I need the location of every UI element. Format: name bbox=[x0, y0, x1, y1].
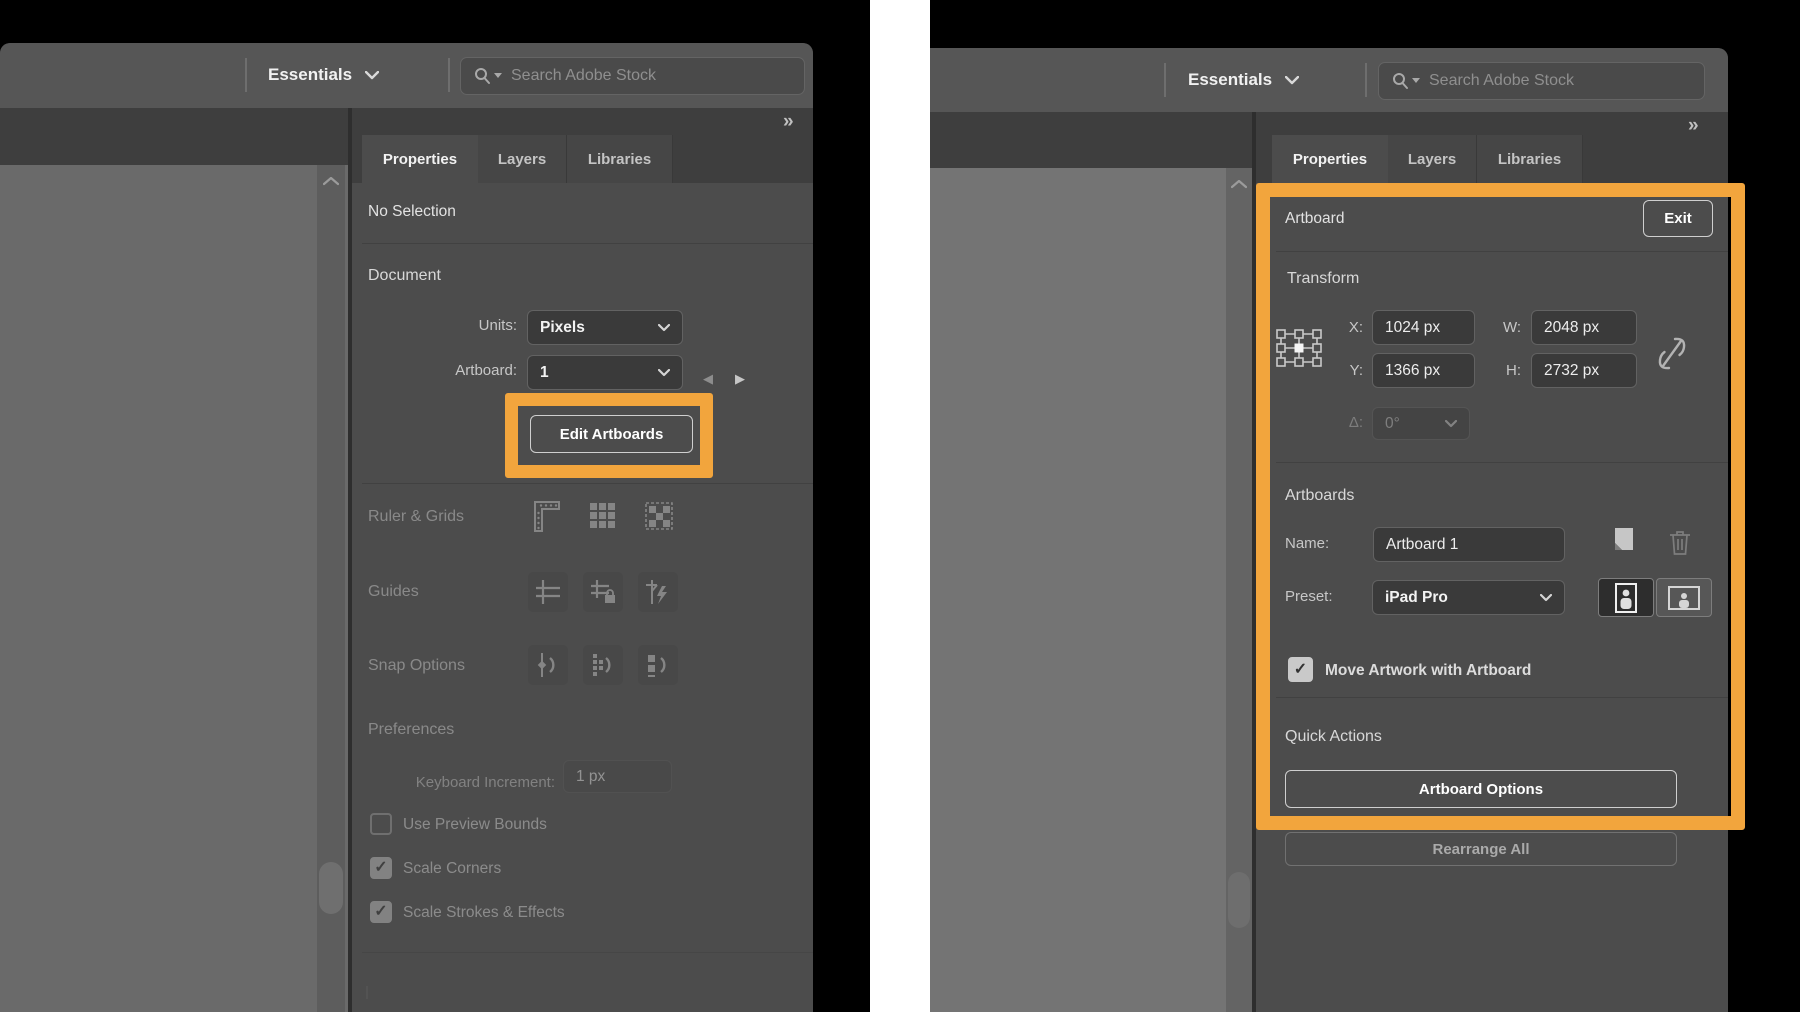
collapse-panel-button[interactable]: » bbox=[783, 111, 794, 133]
use-preview-bounds-checkbox[interactable] bbox=[370, 813, 392, 835]
illustrator-window-left: Essentials Search Adobe Stock » Properti… bbox=[0, 43, 813, 1012]
scale-corners-label[interactable]: Scale Corners bbox=[403, 858, 501, 880]
show-grid-icon[interactable] bbox=[588, 501, 618, 531]
scrollbar-thumb[interactable] bbox=[1228, 872, 1250, 928]
search-placeholder: Search Adobe Stock bbox=[511, 67, 656, 84]
comparison-canvas: Essentials Search Adobe Stock » Properti… bbox=[0, 0, 1800, 1012]
scroll-up-icon[interactable] bbox=[1231, 180, 1247, 189]
workspace-switcher[interactable]: Essentials bbox=[268, 43, 380, 107]
properties-panel: No Selection Document Units: Pixels Artb… bbox=[352, 183, 813, 1012]
use-preview-bounds-label[interactable]: Use Preview Bounds bbox=[403, 814, 547, 836]
section-divider bbox=[362, 952, 813, 953]
preferences-section-header: Preferences bbox=[368, 721, 455, 738]
app-bar: Essentials Search Adobe Stock bbox=[930, 48, 1728, 112]
tab-properties[interactable]: Properties bbox=[1272, 135, 1388, 183]
keyboard-increment-value: 1 px bbox=[576, 767, 606, 785]
workspace-switcher[interactable]: Essentials bbox=[1188, 48, 1300, 112]
scroll-up-icon[interactable] bbox=[323, 177, 339, 186]
document-canvas[interactable] bbox=[930, 168, 1252, 1012]
document-canvas[interactable] bbox=[0, 165, 348, 1012]
workspace-name: Essentials bbox=[1188, 70, 1273, 89]
units-dropdown[interactable]: Pixels bbox=[527, 310, 683, 345]
search-options-caret-icon bbox=[494, 73, 502, 78]
transparency-grid-icon[interactable] bbox=[644, 501, 674, 531]
lock-guides-button[interactable] bbox=[583, 572, 623, 612]
search-placeholder: Search Adobe Stock bbox=[1429, 72, 1574, 89]
highlight-artboard-panel bbox=[1256, 183, 1745, 830]
tab-label: Layers bbox=[497, 150, 547, 168]
section-divider bbox=[362, 483, 813, 484]
snap-to-grid-button[interactable] bbox=[583, 645, 623, 685]
chevron-down-icon bbox=[658, 368, 670, 376]
highlight-edit-artboards bbox=[505, 393, 713, 478]
guides-label: Guides bbox=[368, 583, 419, 600]
tab-layers[interactable]: Layers bbox=[478, 135, 567, 183]
canvas-scrollbar[interactable] bbox=[1226, 168, 1252, 1012]
section-divider bbox=[362, 243, 813, 244]
chevron-down-icon bbox=[1285, 75, 1300, 84]
canvas-scrollbar[interactable] bbox=[317, 165, 345, 1012]
tab-label: Libraries bbox=[1497, 150, 1562, 168]
app-bar: Essentials Search Adobe Stock bbox=[0, 43, 813, 108]
tab-libraries[interactable]: Libraries bbox=[1477, 135, 1583, 183]
toolbar-separator bbox=[448, 58, 450, 92]
artboard-value: 1 bbox=[540, 363, 549, 381]
units-value: Pixels bbox=[540, 318, 585, 336]
collapse-panel-button[interactable]: » bbox=[1688, 115, 1699, 137]
snap-to-point-button[interactable] bbox=[528, 645, 568, 685]
snap-options-label: Snap Options bbox=[368, 657, 465, 674]
tab-label: Properties bbox=[382, 150, 458, 168]
rearrange-all-button[interactable]: Rearrange All bbox=[1285, 832, 1677, 866]
search-icon bbox=[473, 67, 502, 86]
previous-artboard-button[interactable]: ◀ bbox=[703, 371, 713, 387]
scale-strokes-effects-checkbox[interactable] bbox=[370, 901, 392, 923]
search-options-caret-icon bbox=[1412, 78, 1420, 83]
document-section-header: Document bbox=[368, 267, 441, 284]
next-artboard-button[interactable]: ▶ bbox=[735, 371, 745, 387]
artboard-dropdown[interactable]: 1 bbox=[527, 355, 683, 390]
scrollbar-thumb[interactable] bbox=[319, 862, 343, 914]
text-caret-mark bbox=[366, 986, 368, 999]
toolbar-separator bbox=[1164, 63, 1166, 97]
ruler-grids-label: Ruler & Grids bbox=[368, 508, 465, 525]
scale-strokes-effects-label[interactable]: Scale Strokes & Effects bbox=[403, 902, 565, 924]
tab-layers[interactable]: Layers bbox=[1388, 135, 1477, 183]
tab-libraries[interactable]: Libraries bbox=[567, 135, 673, 183]
search-input[interactable]: Search Adobe Stock bbox=[1378, 62, 1705, 100]
units-label: Units: bbox=[478, 317, 517, 334]
show-guides-button[interactable] bbox=[528, 572, 568, 612]
toolbar-separator bbox=[1365, 63, 1367, 97]
screenshot-gap bbox=[870, 0, 930, 1012]
snap-to-pixel-button[interactable] bbox=[638, 645, 678, 685]
scale-corners-checkbox[interactable] bbox=[370, 857, 392, 879]
toolbar-separator bbox=[245, 58, 247, 92]
smart-guides-button[interactable] bbox=[638, 572, 678, 612]
tab-label: Libraries bbox=[587, 150, 652, 168]
keyboard-increment-label: Keyboard Increment: bbox=[415, 774, 555, 791]
search-icon bbox=[1391, 72, 1420, 91]
chevron-down-icon bbox=[658, 323, 670, 331]
show-rulers-icon[interactable] bbox=[532, 498, 562, 534]
selection-status: No Selection bbox=[368, 203, 456, 220]
tab-properties[interactable]: Properties bbox=[362, 135, 478, 183]
workspace-name: Essentials bbox=[268, 65, 353, 84]
keyboard-increment-field[interactable]: 1 px bbox=[563, 760, 672, 793]
artboard-label: Artboard: bbox=[455, 362, 517, 379]
search-input[interactable]: Search Adobe Stock bbox=[460, 57, 805, 95]
tab-label: Properties bbox=[1292, 150, 1368, 168]
tab-label: Layers bbox=[1407, 150, 1457, 168]
chevron-down-icon bbox=[365, 70, 380, 79]
